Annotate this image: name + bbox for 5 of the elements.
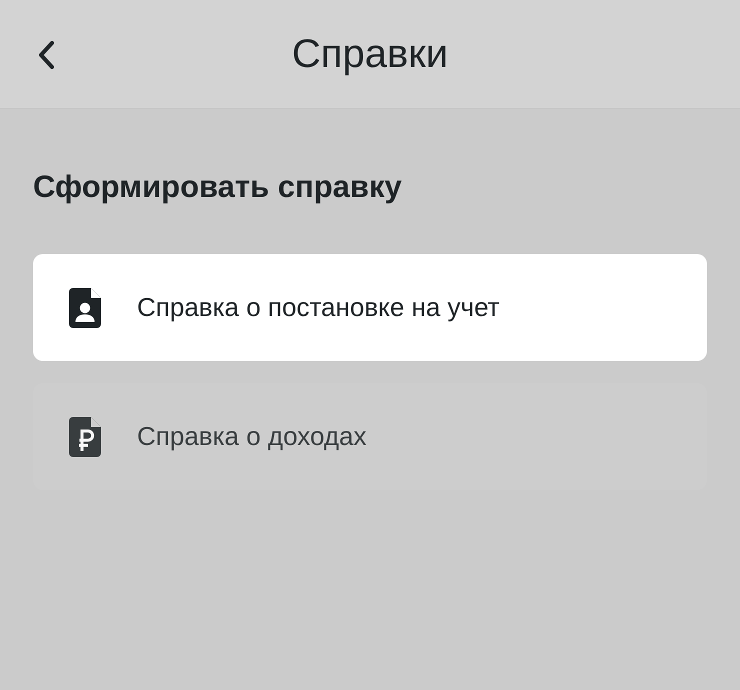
person-document-icon	[67, 288, 103, 328]
section-title: Сформировать справку	[33, 168, 403, 206]
certificate-item[interactable]: Справка о постановке на учет	[33, 254, 707, 361]
page-title: Справки	[292, 32, 448, 76]
ruble-document-icon	[67, 416, 103, 456]
